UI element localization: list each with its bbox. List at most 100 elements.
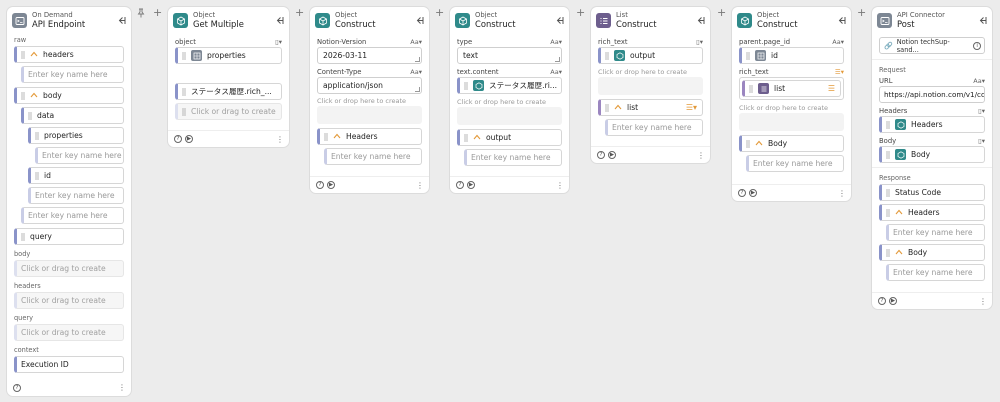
help-icon[interactable]: ? [738, 189, 746, 197]
type-select-icon[interactable]: ▯▾ [275, 38, 282, 46]
node-header[interactable]: Object Get Multiple [168, 7, 289, 34]
notion-version-input[interactable]: 2026-03-11 [317, 47, 422, 64]
field-query[interactable]: query [14, 228, 124, 245]
drag-handle-icon[interactable] [21, 50, 25, 59]
create-field[interactable]: Click or drag to create [175, 103, 282, 120]
chevron-up-icon[interactable] [895, 209, 903, 217]
node-header[interactable]: Object Construct [310, 7, 429, 34]
chevron-up-icon[interactable] [895, 249, 903, 257]
node-header[interactable]: Object Construct [450, 7, 569, 34]
pin-icon[interactable] [137, 8, 145, 18]
field-status-history[interactable]: ステータス履歴.rich_... [175, 83, 282, 100]
node-construct-body[interactable]: Object Construct parent.page_id Aa▾ id ri… [732, 7, 851, 201]
list-type-icon[interactable]: ☰▾ [835, 68, 844, 76]
drag-handle-icon[interactable] [886, 248, 890, 257]
more-icon[interactable]: ⋮ [697, 151, 705, 160]
drop-area[interactable] [317, 106, 422, 124]
plus-icon[interactable]: + [717, 7, 726, 18]
field-properties[interactable]: properties [175, 47, 282, 64]
drag-handle-icon[interactable] [746, 51, 750, 60]
help-icon[interactable]: ? [878, 297, 886, 305]
drag-handle-icon[interactable] [464, 81, 468, 90]
key-name-input[interactable]: Enter key name here [35, 147, 124, 164]
key-name-input[interactable]: Enter key name here [886, 224, 985, 241]
drag-handle-icon[interactable] [605, 103, 609, 112]
type-select[interactable]: Aa▾ [550, 68, 562, 76]
help-icon[interactable]: ? [456, 181, 464, 189]
drag-handle-icon[interactable] [324, 132, 328, 141]
type-select[interactable]: Aa▾ [832, 38, 844, 46]
chevron-up-icon[interactable] [614, 104, 622, 112]
url-input[interactable]: https://api.notion.com/v1/co [879, 86, 985, 103]
play-icon[interactable]: ▶ [749, 189, 757, 197]
help-icon[interactable]: ? [174, 135, 182, 143]
drop-area[interactable] [739, 113, 844, 131]
drag-handle-icon[interactable] [182, 51, 186, 60]
more-icon[interactable]: ⋮ [118, 383, 126, 392]
key-name-input[interactable]: Enter key name here [464, 149, 562, 166]
drag-handle-icon[interactable] [605, 51, 609, 60]
output-field[interactable]: output [457, 129, 562, 146]
output-headers[interactable]: Headers [317, 128, 422, 145]
drag-handle-icon[interactable] [746, 139, 750, 148]
key-name-input[interactable]: Enter key name here [605, 119, 703, 136]
field-status-code[interactable]: Status Code [879, 184, 985, 201]
type-select[interactable]: Aa▾ [410, 68, 422, 76]
collapse-left-icon[interactable] [837, 16, 846, 25]
field-headers[interactable]: headers [14, 46, 124, 63]
drag-handle-icon[interactable] [886, 120, 890, 129]
node-construct-text[interactable]: Object Construct type Aa▾ text text.conte… [450, 7, 569, 193]
chevron-up-icon[interactable] [755, 140, 763, 148]
field-response-body[interactable]: Body [879, 244, 985, 261]
key-name-input[interactable]: Enter key name here [21, 207, 124, 224]
info-icon[interactable]: i [973, 41, 981, 50]
field-response-headers[interactable]: Headers [879, 204, 985, 221]
collapse-left-icon[interactable] [978, 16, 987, 25]
output-list[interactable]: list ☰▾ [598, 99, 703, 116]
field-id[interactable]: id [739, 47, 844, 64]
drag-handle-icon[interactable] [21, 91, 25, 100]
node-header[interactable]: API Connector Post [872, 7, 992, 34]
node-header[interactable]: On Demand API Endpoint [7, 7, 131, 34]
collapse-left-icon[interactable] [275, 16, 284, 25]
plus-icon[interactable]: + [576, 7, 585, 18]
field-body[interactable]: Body [879, 146, 985, 163]
type-select[interactable]: Aa▾ [410, 38, 422, 46]
plus-icon[interactable]: + [153, 7, 162, 18]
drag-handle-icon[interactable] [886, 188, 890, 197]
chevron-up-icon[interactable] [473, 134, 481, 142]
plus-icon[interactable]: + [857, 7, 866, 18]
node-get-multiple[interactable]: Object Get Multiple object ▯▾ properties … [168, 7, 289, 147]
field-list[interactable]: list ☰ [742, 80, 841, 97]
content-type-input[interactable]: application/json [317, 77, 422, 94]
key-name-input[interactable]: Enter key name here [324, 148, 422, 165]
field-output[interactable]: output [598, 47, 703, 64]
drag-handle-icon[interactable] [28, 111, 32, 120]
more-icon[interactable]: ⋮ [838, 189, 846, 198]
list-type-icon[interactable]: ☰▾ [686, 103, 697, 112]
connection-select[interactable]: 🔗 Notion techSup-sand... i [879, 37, 985, 54]
node-header[interactable]: List Construct [591, 7, 710, 34]
type-input[interactable]: text [457, 47, 562, 64]
node-header[interactable]: Object Construct [732, 7, 851, 34]
collapse-left-icon[interactable] [117, 16, 126, 25]
plus-icon[interactable]: + [435, 7, 444, 18]
create-query-field[interactable]: Click or drag to create [14, 324, 124, 341]
drag-handle-icon[interactable] [886, 150, 890, 159]
more-icon[interactable]: ⋮ [556, 181, 564, 190]
type-select-icon[interactable]: ▯▾ [978, 137, 985, 145]
drop-area[interactable] [598, 77, 703, 95]
play-icon[interactable]: ▶ [185, 135, 193, 143]
list-type-icon[interactable]: ☰ [828, 84, 835, 93]
drag-handle-icon[interactable] [35, 131, 39, 140]
chevron-up-icon[interactable] [30, 92, 38, 100]
drop-area[interactable] [457, 107, 562, 125]
drag-handle-icon[interactable] [35, 171, 39, 180]
node-list-construct[interactable]: List Construct rich_text ▯▾ output Click … [591, 7, 710, 163]
play-icon[interactable]: ▶ [467, 181, 475, 189]
help-icon[interactable]: ? [13, 383, 21, 392]
more-icon[interactable]: ⋮ [276, 135, 284, 144]
drag-handle-icon[interactable] [182, 87, 186, 96]
more-icon[interactable]: ⋮ [979, 297, 987, 306]
type-select[interactable]: Aa▾ [973, 77, 985, 85]
